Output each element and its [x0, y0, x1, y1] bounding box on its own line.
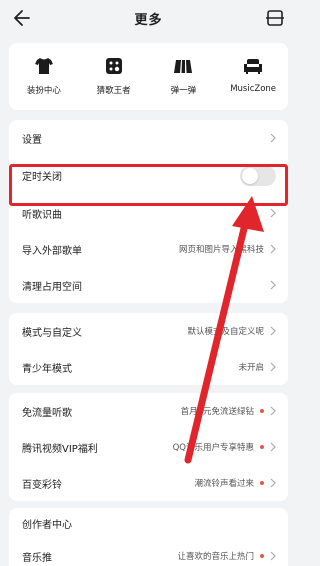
toggle-knob [242, 167, 258, 184]
red-dot-badge [260, 409, 264, 413]
grid-item-play-piano[interactable]: 弹一弹 [149, 43, 219, 110]
chevron-right-icon [270, 362, 276, 372]
grid-item-musiczone[interactable]: MusicZone [218, 43, 288, 110]
page-title: 更多 [134, 12, 163, 28]
row-label: 百变彩铃 [22, 479, 62, 491]
row-free-data[interactable]: 免流量听歌 首月0元免流送绿钻 [9, 393, 288, 429]
chevron-right-icon [270, 133, 276, 143]
row-creator-center[interactable]: 创作者中心 [9, 508, 288, 538]
red-dot-badge [260, 481, 264, 485]
row-subtext: 网页和图片导入黑科技 [178, 245, 264, 255]
settings-group: 设置 定时关闭 听歌识曲 导入外部歌单 网页和图片导入黑科技 清理占用空间 [9, 120, 288, 303]
row-song-recognition[interactable]: 听歌识曲 [9, 195, 288, 231]
grid-item-guess-song[interactable]: 猜歌王者 [79, 43, 149, 110]
row-subtext: 默认模式及自定义呢 [187, 327, 264, 337]
red-dot-badge [260, 554, 264, 558]
row-teen-mode[interactable]: 青少年模式 未开启 [9, 349, 288, 385]
sofa-icon [244, 59, 263, 74]
benefits-group: 免流量听歌 首月0元免流送绿钻 腾讯视频VIP福利 QQ音乐用户专享特惠 百变彩… [9, 393, 288, 501]
row-subtext: 让喜欢的音乐上热门 [177, 552, 254, 562]
grid-label: 装扮中心 [26, 86, 61, 96]
row-label: 音乐推 [22, 552, 52, 564]
chevron-right-icon [270, 406, 276, 416]
row-label: 听歌识曲 [22, 209, 62, 221]
scan-icon[interactable] [265, 8, 285, 28]
mode-group: 模式与自定义 默认模式及自定义呢 青少年模式 未开启 [9, 313, 288, 385]
piano-keys-icon [174, 60, 193, 73]
chevron-right-icon [270, 551, 276, 561]
row-subtext: 潮流铃声看过来 [194, 479, 254, 489]
row-settings[interactable]: 设置 [9, 120, 288, 156]
grid-label: MusicZone [230, 84, 277, 94]
chevron-right-icon [270, 280, 276, 290]
dice-icon [105, 58, 122, 74]
row-label: 模式与自定义 [22, 327, 82, 339]
top-bar: 更多 [0, 0, 297, 36]
row-mode-custom[interactable]: 模式与自定义 默认模式及自定义呢 [9, 313, 288, 349]
row-import-playlist[interactable]: 导入外部歌单 网页和图片导入黑科技 [9, 231, 288, 267]
row-clear-space[interactable]: 清理占用空间 [9, 267, 288, 303]
row-subtext: QQ音乐用户专享特惠 [172, 443, 254, 453]
row-music-promo[interactable]: 音乐推 让喜欢的音乐上热门 [9, 538, 288, 566]
chevron-right-icon [270, 478, 276, 488]
row-ringtone[interactable]: 百变彩铃 潮流铃声看过来 [9, 465, 288, 501]
red-dot-badge [260, 445, 264, 449]
row-label: 腾讯视频VIP福利 [22, 443, 98, 455]
grid-label: 弹一弹 [170, 86, 197, 96]
row-tencent-vip[interactable]: 腾讯视频VIP福利 QQ音乐用户专享特惠 [9, 429, 288, 465]
row-subtext: 首月0元免流送绿钻 [180, 407, 254, 417]
creator-group: 创作者中心 音乐推 让喜欢的音乐上热门 [9, 508, 288, 566]
row-label: 青少年模式 [22, 363, 72, 375]
back-arrow-icon[interactable] [10, 7, 32, 29]
row-subtext: 未开启 [238, 363, 264, 373]
row-label: 定时关闭 [22, 172, 62, 183]
chevron-right-icon [270, 208, 276, 218]
chevron-right-icon [270, 326, 276, 336]
chevron-right-icon [270, 244, 276, 254]
row-label: 免流量听歌 [22, 407, 72, 419]
chevron-right-icon [270, 442, 276, 452]
feature-grid: 装扮中心 猜歌王者 弹一弹 MusicZone [9, 43, 288, 110]
row-label: 创作者中心 [22, 519, 72, 531]
tshirt-icon [34, 58, 53, 74]
row-label: 清理占用空间 [22, 281, 82, 293]
row-label: 导入外部歌单 [22, 245, 82, 257]
row-timer-off[interactable]: 定时关闭 [9, 156, 288, 195]
timer-off-toggle[interactable] [240, 165, 276, 186]
row-label: 设置 [22, 134, 42, 146]
grid-item-dress-center[interactable]: 装扮中心 [9, 43, 79, 110]
grid-label: 猜歌王者 [96, 86, 131, 96]
